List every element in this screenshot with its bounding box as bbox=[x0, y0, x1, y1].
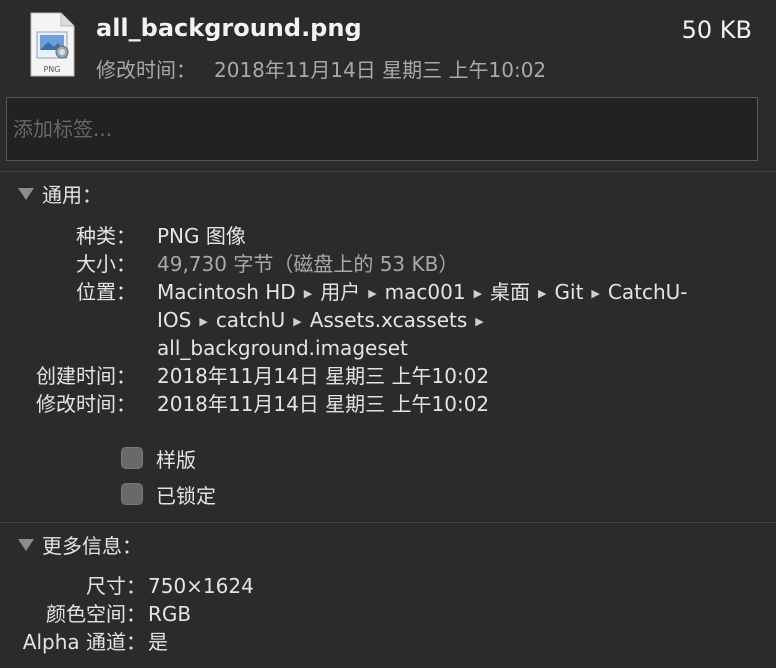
path-item[interactable]: catchU bbox=[216, 308, 285, 332]
tags-input[interactable] bbox=[6, 97, 758, 161]
stationery-option[interactable]: 样版 bbox=[121, 444, 196, 473]
kind-value: PNG 图像 bbox=[157, 224, 246, 248]
stationery-checkbox[interactable] bbox=[121, 447, 143, 469]
disclosure-triangle-icon[interactable] bbox=[18, 539, 34, 551]
path-line-1: Macintosh HD ▶ 用户 ▶ mac001 ▶ 桌面 ▶ Git ▶ CatchU- bbox=[157, 278, 687, 308]
colorspace-row: 颜色空间： RGB bbox=[0, 600, 776, 628]
dimensions-label: 尺寸： bbox=[86, 574, 146, 598]
icon-badge: PNG bbox=[43, 65, 60, 74]
divider bbox=[0, 171, 776, 172]
disclosure-triangle-icon[interactable] bbox=[18, 188, 34, 200]
stationery-label[interactable]: 样版 bbox=[156, 444, 196, 473]
section-more-info-toggle[interactable]: 更多信息： bbox=[18, 531, 142, 558]
path-line-3: all_background.imageset bbox=[157, 334, 408, 362]
path-item[interactable]: mac001 bbox=[385, 280, 466, 304]
created-value: 2018年11月14日 星期三 上午10:02 bbox=[157, 364, 490, 388]
size-row: 大小： 49,730 字节（磁盘上的 53 KB） bbox=[0, 250, 776, 278]
dimensions-value: 750×1624 bbox=[148, 574, 254, 598]
created-label: 创建时间： bbox=[36, 364, 136, 388]
get-info-window: PNG all_background.png 50 KB 修改时间： 2018年1… bbox=[0, 0, 776, 668]
size-value: 49,730 字节（磁盘上的 53 KB） bbox=[157, 252, 459, 276]
path-item[interactable]: Assets.xcassets bbox=[310, 308, 468, 332]
kind-row: 种类： PNG 图像 bbox=[0, 222, 776, 250]
section-more-info-title: 更多信息： bbox=[42, 533, 142, 558]
section-general-toggle[interactable]: 通用： bbox=[18, 180, 102, 207]
path-arrow-icon: ▶ bbox=[368, 287, 377, 300]
dimensions-row: 尺寸： 750×1624 bbox=[0, 572, 776, 600]
colorspace-label: 颜色空间： bbox=[46, 602, 146, 626]
kind-label: 种类： bbox=[76, 224, 136, 248]
section-general-title: 通用： bbox=[42, 182, 102, 207]
path-arrow-icon: ▶ bbox=[473, 287, 483, 300]
path-arrow-icon: ▶ bbox=[303, 287, 313, 300]
alpha-row: Alpha 通道： 是 bbox=[0, 628, 776, 656]
modified-value: 2018年11月14日 星期三 上午10:02 bbox=[157, 392, 490, 416]
colorspace-value: RGB bbox=[148, 602, 192, 626]
path-item[interactable]: all_background.imageset bbox=[157, 336, 408, 360]
path-item[interactable]: IOS bbox=[157, 308, 191, 332]
info-header: PNG all_background.png 50 KB 修改时间： 2018年1… bbox=[0, 0, 776, 92]
alpha-value: 是 bbox=[148, 630, 168, 654]
created-row: 创建时间： 2018年11月14日 星期三 上午10:02 bbox=[0, 362, 776, 390]
header-modified-label: 修改时间： bbox=[96, 58, 196, 82]
path-arrow-icon: ▶ bbox=[293, 315, 302, 328]
modified-row: 修改时间： 2018年11月14日 星期三 上午10:02 bbox=[0, 390, 776, 418]
path-item[interactable]: 用户 bbox=[320, 280, 360, 304]
alpha-label: Alpha 通道： bbox=[22, 630, 146, 654]
locked-label[interactable]: 已锁定 bbox=[156, 480, 216, 509]
size-label: 大小： bbox=[76, 252, 136, 276]
divider bbox=[0, 522, 776, 523]
png-image-file-icon[interactable]: PNG bbox=[28, 12, 76, 78]
modified-label: 修改时间： bbox=[36, 392, 136, 416]
path-arrow-icon: ▶ bbox=[538, 287, 547, 300]
path-item[interactable]: Git bbox=[555, 280, 584, 304]
file-name: all_background.png bbox=[96, 14, 362, 42]
header-modified-value: 2018年11月14日 星期三 上午10:02 bbox=[214, 58, 547, 82]
locked-option[interactable]: 已锁定 bbox=[121, 480, 216, 509]
path-line-2: IOS ▶ catchU ▶ Assets.xcassets ▶ bbox=[157, 306, 492, 336]
path-item[interactable]: Macintosh HD bbox=[157, 280, 296, 304]
path-arrow-icon: ▶ bbox=[591, 287, 600, 300]
path-arrow-icon: ▶ bbox=[199, 315, 208, 328]
locked-checkbox[interactable] bbox=[121, 483, 143, 505]
path-arrow-icon: ▶ bbox=[475, 315, 484, 328]
where-label: 位置： bbox=[76, 280, 136, 304]
file-size: 50 KB bbox=[681, 16, 752, 44]
header-modified-date: 修改时间： 2018年11月14日 星期三 上午10:02 bbox=[96, 54, 546, 83]
path-item[interactable]: 桌面 bbox=[490, 280, 530, 304]
where-row: 位置： bbox=[0, 278, 150, 306]
path-item[interactable]: CatchU- bbox=[608, 280, 688, 304]
